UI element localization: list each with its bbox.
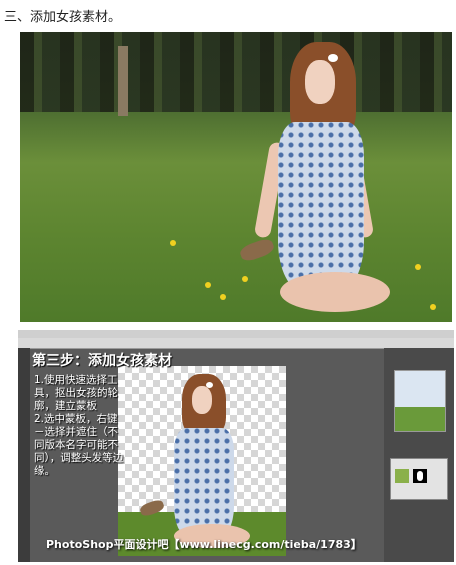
flower <box>205 282 211 288</box>
step-title: 第三步：添加女孩素材 <box>32 353 172 369</box>
ps-menu-bar <box>18 330 454 338</box>
ps-toolbox <box>18 348 30 562</box>
step-2: 2.选中蒙板，右键－选择并遮住（不同版本名字可能不同），调整头发等边缘。 <box>34 413 124 477</box>
layers-panel <box>390 458 448 500</box>
hair-clip-icon <box>328 54 338 62</box>
dress <box>278 122 364 292</box>
face <box>192 386 212 414</box>
step-1: 1.使用快速选择工具，抠出女孩的轮廓，建立蒙板 <box>34 374 118 412</box>
girl-figure <box>238 42 420 322</box>
girl-cutout <box>138 374 270 550</box>
knees <box>280 272 390 312</box>
shoe <box>238 236 276 264</box>
girl-photo <box>20 32 452 322</box>
ps-panels <box>384 348 454 562</box>
face <box>305 60 335 104</box>
flower <box>430 304 436 310</box>
flower <box>242 276 248 282</box>
section-heading: 三、添加女孩素材。 <box>4 10 122 25</box>
ps-canvas <box>118 366 286 556</box>
watermark-text: PhotoShop平面设计吧【www.linecg.com/tieba/1783… <box>46 538 362 551</box>
wooden-post <box>118 46 128 116</box>
step-instructions: 1.使用快速选择工具，抠出女孩的轮廓，建立蒙板 2.选中蒙板，右键－选择并遮住（… <box>34 374 124 478</box>
dress <box>174 428 234 540</box>
hair-clip-icon <box>206 382 213 388</box>
navigator-thumbnail <box>394 370 446 432</box>
photoshop-screenshot: 第三步：添加女孩素材 1.使用快速选择工具，抠出女孩的轮廓，建立蒙板 2.选中蒙… <box>18 330 454 562</box>
flower <box>220 294 226 300</box>
flower <box>170 240 176 246</box>
layer-mask-icon[interactable] <box>413 469 427 483</box>
layer-thumbnail[interactable] <box>395 469 409 483</box>
